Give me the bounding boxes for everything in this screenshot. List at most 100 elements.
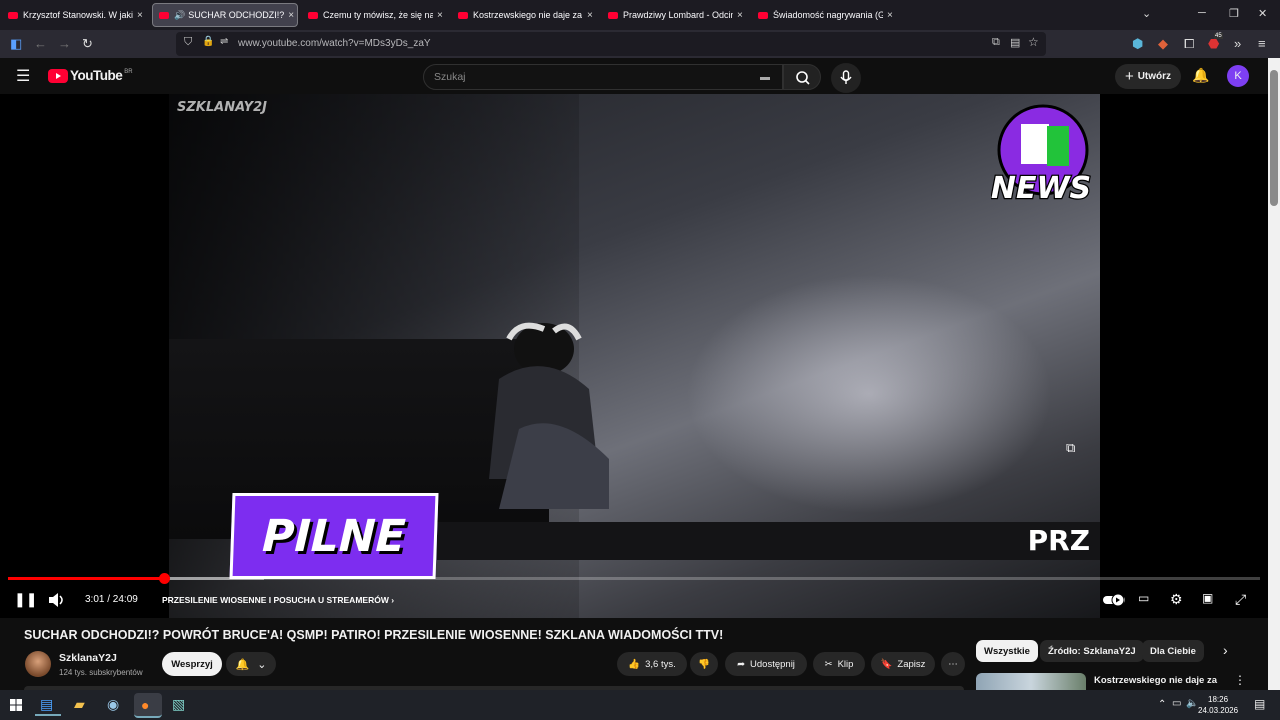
- page-scrollbar-thumb[interactable]: [1270, 70, 1278, 206]
- miniplayer-icon[interactable]: ⧉: [1066, 440, 1075, 456]
- close-tab-icon[interactable]: ×: [137, 10, 143, 21]
- chip-for-you[interactable]: Dla Ciebie: [1142, 640, 1204, 662]
- video-player[interactable]: PILNE PRZ SZKLANAY2J NEWS ⧉ ❚❚ 3:01 / 24…: [0, 94, 1268, 618]
- file-explorer-icon[interactable]: ▰: [74, 696, 85, 713]
- picture-in-picture-icon[interactable]: ⧉: [992, 36, 1000, 49]
- overflow-chevrons-icon[interactable]: »: [1234, 36, 1241, 51]
- youtube-favicon-icon: [458, 11, 468, 19]
- tab-list-chevron-icon[interactable]: ⌄: [1142, 7, 1151, 20]
- share-arrow-icon: ➦: [737, 658, 746, 670]
- restore-window-icon[interactable]: ❐: [1229, 7, 1239, 20]
- close-window-icon[interactable]: ✕: [1258, 7, 1267, 20]
- shield-icon[interactable]: ⛉: [184, 36, 192, 49]
- subscription-bell-button[interactable]: 🔔 ⌄: [226, 652, 276, 676]
- speaker-icon[interactable]: 🔊: [174, 10, 185, 21]
- network-icon[interactable]: ▭: [1172, 698, 1181, 709]
- keyboard-icon[interactable]: ▬: [760, 72, 770, 83]
- guide-menu-icon[interactable]: ☰: [16, 66, 30, 86]
- reload-icon[interactable]: ↻: [82, 36, 93, 52]
- support-button[interactable]: Wesprzyj: [162, 652, 222, 676]
- thumbs-down-icon: 👎: [698, 658, 710, 670]
- progress-bar[interactable]: [8, 573, 1260, 584]
- menu-hamburger-icon[interactable]: ≡: [1258, 36, 1266, 51]
- browser-tab[interactable]: Świadomość nagrywania (Giełd×: [752, 3, 898, 27]
- dislike-button[interactable]: 👎: [690, 652, 718, 676]
- forward-arrow-icon[interactable]: →: [58, 36, 71, 51]
- chip-all[interactable]: Wszystkie: [976, 640, 1038, 662]
- extension-shield-icon[interactable]: ⬢: [1132, 36, 1143, 52]
- url-text[interactable]: www.youtube.com/watch?v=MDs3yDs_zaY: [238, 38, 431, 49]
- chips-next-chevron-icon[interactable]: ›: [1223, 642, 1228, 658]
- steam-icon[interactable]: ◉: [107, 696, 119, 713]
- recommended-more-icon[interactable]: ⋮: [1234, 673, 1246, 687]
- minimize-window-icon[interactable]: ─: [1198, 7, 1206, 19]
- like-button[interactable]: 👍 3,6 tys.: [617, 652, 687, 676]
- taskbar-app-remote[interactable]: ▤: [35, 694, 61, 716]
- close-tab-icon[interactable]: ×: [587, 10, 593, 21]
- bookmark-icon: 🔖: [880, 658, 893, 670]
- breaking-banner: PILNE: [229, 493, 439, 579]
- back-arrow-icon[interactable]: ←: [34, 36, 47, 51]
- close-tab-icon[interactable]: ×: [737, 10, 743, 21]
- progress-scrubber[interactable]: [158, 573, 170, 584]
- microphone-icon: [840, 70, 852, 84]
- progress-played: [8, 577, 164, 580]
- fullscreen-icon[interactable]: ⤢: [1235, 591, 1246, 608]
- lock-icon[interactable]: 🔒: [202, 36, 214, 47]
- chapter-title[interactable]: PRZESILENIE WIOSENNE I POSUCHA U STREAME…: [162, 595, 394, 605]
- share-button[interactable]: ➦ Udostępnij: [725, 652, 807, 676]
- account-avatar[interactable]: K: [1227, 65, 1249, 87]
- browser-tab[interactable]: Kostrzewskiego nie daje za wyg×: [452, 3, 598, 27]
- url-bar[interactable]: ⛉ 🔒 ⇌ www.youtube.com/watch?v=MDs3yDs_za…: [176, 32, 1046, 56]
- news-logo-icon: NEWS: [991, 104, 1091, 207]
- sidebar-toggle-icon[interactable]: ◧: [10, 36, 22, 52]
- browser-toolbar: ◧ ← → ↻ ⛉ 🔒 ⇌ www.youtube.com/watch?v=MD…: [0, 30, 1280, 58]
- youtube-favicon-icon: [608, 11, 618, 19]
- video-title: SUCHAR ODCHODZI!? POWRÓT BRUCE'A! QSMP! …: [24, 628, 724, 642]
- reader-view-icon[interactable]: ▤: [1010, 36, 1020, 49]
- more-actions-button[interactable]: ⋯: [941, 652, 965, 676]
- close-tab-icon[interactable]: ×: [437, 10, 443, 21]
- search-button[interactable]: [783, 64, 821, 90]
- close-tab-icon[interactable]: ×: [288, 10, 294, 21]
- pause-icon[interactable]: ❚❚: [14, 591, 37, 608]
- autoplay-toggle-icon[interactable]: [1103, 594, 1125, 606]
- permissions-icon[interactable]: ⇌: [220, 36, 228, 47]
- recommended-thumbnail[interactable]: [976, 673, 1086, 690]
- youtube-favicon-icon: [8, 11, 18, 19]
- youtube-logo[interactable]: YouTube BR: [48, 68, 133, 83]
- notepad-icon[interactable]: ▧: [172, 696, 185, 713]
- notifications-bell-icon[interactable]: 🔔: [1192, 67, 1209, 84]
- close-tab-icon[interactable]: ×: [887, 10, 893, 21]
- video-frame: PILNE PRZ SZKLANAY2J NEWS: [169, 94, 1100, 618]
- browser-tab-active[interactable]: 🔊SUCHAR ODCHODZI!? POW×: [152, 3, 298, 27]
- tray-volume-icon[interactable]: 🔈: [1186, 698, 1198, 709]
- extensions-puzzle-icon[interactable]: ⧠: [1184, 36, 1194, 52]
- voice-search-button[interactable]: [831, 63, 861, 93]
- browser-tab[interactable]: Krzysztof Stanowski. W jakiej sp×: [2, 3, 148, 27]
- notification-center-icon[interactable]: ▤: [1254, 697, 1265, 711]
- windows-start-icon[interactable]: [10, 699, 22, 711]
- subtitles-icon[interactable]: ▭: [1138, 591, 1149, 605]
- save-button[interactable]: 🔖 Zapisz: [871, 652, 935, 676]
- search-input[interactable]: Szukaj ▬: [423, 64, 783, 90]
- svg-text:NEWS: NEWS: [991, 171, 1091, 206]
- extension-fox-icon[interactable]: ◆: [1158, 36, 1168, 52]
- system-clock[interactable]: 18:26 24.03.2026: [1198, 694, 1238, 716]
- channel-name[interactable]: SzklanaY2J: [59, 652, 117, 664]
- bookmark-star-icon[interactable]: ☆: [1028, 35, 1039, 49]
- clip-button[interactable]: ✂ Klip: [813, 652, 865, 676]
- settings-gear-icon[interactable]: ⚙: [1170, 591, 1183, 608]
- chip-source-channel[interactable]: Źródło: SzklanaY2J: [1040, 640, 1144, 662]
- taskbar-app-firefox[interactable]: ●: [134, 693, 162, 718]
- browser-tab[interactable]: Czemu ty mówisz, że się na cieb×: [302, 3, 448, 27]
- browser-tab[interactable]: Prawdziwy Lombard - Odcinek ×: [602, 3, 748, 27]
- channel-avatar[interactable]: [25, 651, 51, 677]
- youtube-header: ☰ YouTube BR Szukaj ▬ + Utwórz 🔔 K: [0, 58, 1268, 94]
- create-button[interactable]: + Utwórz: [1115, 64, 1181, 89]
- tray-chevron-icon[interactable]: ⌃: [1158, 699, 1166, 710]
- volume-icon[interactable]: [47, 592, 65, 608]
- recommended-title[interactable]: Kostrzewskiego nie daje za wygraną: [1094, 674, 1224, 690]
- theater-mode-icon[interactable]: ▣: [1202, 591, 1213, 605]
- browser-tab-bar: Krzysztof Stanowski. W jakiej sp× 🔊SUCHA…: [0, 0, 1280, 30]
